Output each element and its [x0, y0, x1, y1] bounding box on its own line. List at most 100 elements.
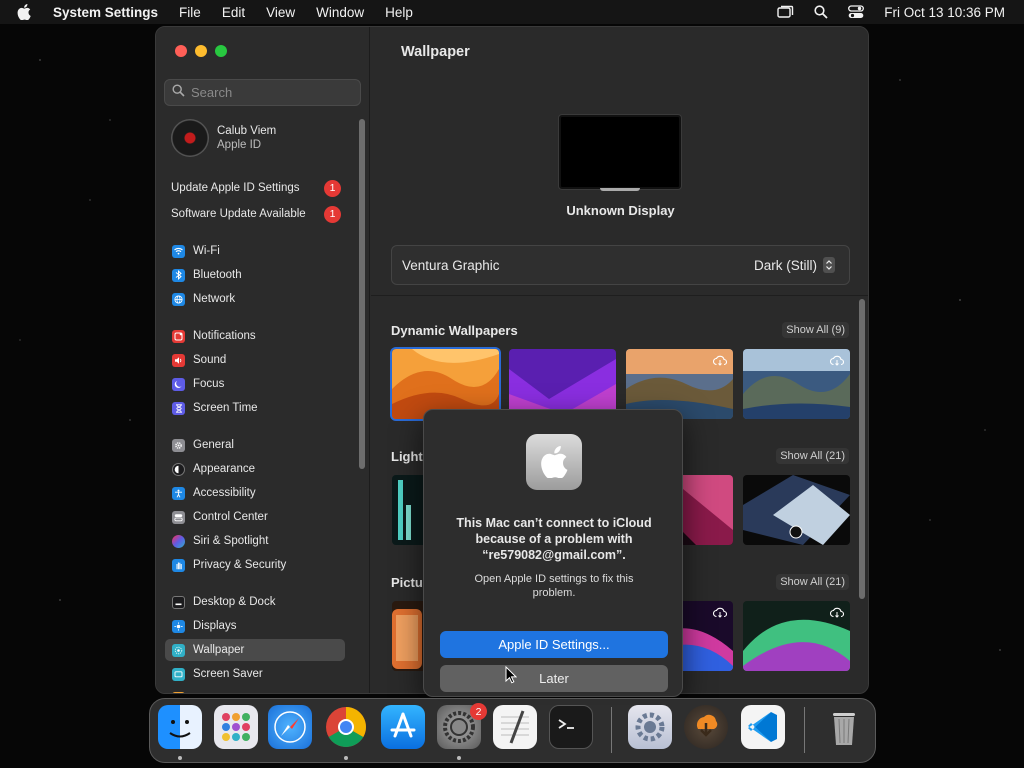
sidebar-item-focus[interactable]: Focus	[165, 373, 345, 395]
alert-badge: 1	[324, 205, 341, 223]
sidebar-alert-software-update[interactable]: Software Update Available 1	[171, 205, 341, 223]
show-all-button[interactable]: Show All (21)	[776, 574, 849, 590]
sidebar-item-label: Sound	[193, 354, 227, 366]
sidebar-item-notifications[interactable]: Notifications	[165, 325, 345, 347]
dock-separator	[804, 707, 805, 753]
display-preview	[559, 115, 681, 191]
dock-textedit-icon[interactable]	[493, 705, 537, 749]
sidebar-item-sound[interactable]: Sound	[165, 349, 345, 371]
sidebar-item-label: Screen Saver	[193, 668, 263, 680]
wallpaper-icon	[172, 643, 185, 657]
mouse-cursor-icon	[505, 665, 518, 689]
wallpaper-thumb-picture-4[interactable]	[743, 601, 850, 671]
control-center-icon[interactable]	[848, 5, 865, 19]
sidebar-item-wifi[interactable]: Wi-Fi	[165, 240, 345, 262]
alert-label: Software Update Available	[171, 208, 306, 220]
sidebar-item-label: Control Center	[193, 511, 268, 523]
cloud-download-icon	[713, 353, 728, 371]
sidebar-item-label: Siri & Spotlight	[193, 535, 269, 547]
screen-mirroring-icon[interactable]	[777, 5, 794, 19]
sidebar-item-label: Wallpaper	[193, 644, 245, 656]
sun-icon	[172, 619, 185, 633]
appearance-select[interactable]: Dark (Still)	[754, 257, 835, 273]
notifications-icon	[172, 329, 185, 343]
appearance-select-value: Dark (Still)	[754, 257, 817, 273]
dock: 2	[149, 698, 876, 763]
cloud-download-icon	[830, 353, 845, 371]
dock-terminal-icon[interactable]	[549, 705, 593, 749]
sidebar-item-screen-time[interactable]: Screen Time	[165, 397, 345, 419]
dock-gear-utility-icon[interactable]	[628, 705, 672, 749]
menu-window[interactable]: Window	[316, 5, 364, 20]
apple-id-profile[interactable]: Calub Viem Apple ID	[171, 119, 276, 157]
sidebar-item-appearance[interactable]: Appearance	[165, 458, 345, 480]
gear-icon	[172, 438, 185, 452]
sidebar-item-desktop-dock[interactable]: Desktop & Dock	[165, 591, 345, 613]
dock-download-icon[interactable]	[684, 705, 728, 749]
dock-launchpad-icon[interactable]	[214, 705, 258, 749]
search-input[interactable]	[191, 85, 351, 100]
dock-running-indicator	[457, 756, 461, 760]
sidebar: Calub Viem Apple ID Update Apple ID Sett…	[156, 27, 370, 693]
icloud-alert-dialog: This Mac can’t connect to iCloud because…	[423, 409, 683, 697]
display-screen	[559, 115, 681, 189]
dock-icon	[172, 595, 185, 609]
sidebar-scrollbar[interactable]	[359, 119, 365, 469]
section-title: Pictu	[391, 574, 423, 590]
sidebar-alert-update-apple-id[interactable]: Update Apple ID Settings 1	[171, 179, 341, 197]
dialog-message: Open Apple ID settings to fix this probl…	[474, 573, 634, 599]
content-scrollbar[interactable]	[859, 299, 865, 599]
zoom-window-button[interactable]	[215, 45, 227, 57]
wallpaper-thumb-big-sur-cliffs[interactable]	[743, 349, 850, 419]
spotlight-search-icon[interactable]	[814, 5, 828, 19]
window-controls	[175, 45, 227, 57]
sidebar-item-bluetooth[interactable]: Bluetooth	[165, 264, 345, 286]
alert-label: Update Apple ID Settings	[171, 182, 300, 194]
toggles-icon	[172, 510, 185, 524]
sidebar-search[interactable]	[164, 79, 361, 106]
chevron-up-down-icon	[823, 257, 835, 273]
dock-trash-icon[interactable]	[822, 705, 866, 749]
cloud-download-icon	[713, 605, 728, 623]
section-title: Dynamic Wallpapers	[391, 322, 518, 338]
wallpaper-thumb-light-4[interactable]	[743, 475, 850, 545]
avatar	[171, 119, 209, 157]
display-stand	[600, 188, 640, 191]
sidebar-item-label: Desktop & Dock	[193, 596, 276, 608]
apple-id-settings-button[interactable]: Apple ID Settings...	[440, 631, 668, 658]
sidebar-item-accessibility[interactable]: Accessibility	[165, 482, 345, 504]
sidebar-item-control-center[interactable]: Control Center	[165, 506, 345, 528]
sidebar-item-wallpaper[interactable]: Wallpaper	[165, 639, 345, 661]
profile-subtitle: Apple ID	[217, 139, 262, 151]
menu-help[interactable]: Help	[385, 5, 413, 20]
close-window-button[interactable]	[175, 45, 187, 57]
menu-edit[interactable]: Edit	[222, 5, 245, 20]
bluetooth-icon	[172, 268, 185, 282]
dock-finder-icon[interactable]	[158, 705, 202, 749]
sidebar-item-label: Notifications	[193, 330, 256, 342]
dock-chrome-icon[interactable]	[324, 705, 368, 749]
menu-view[interactable]: View	[266, 5, 295, 20]
later-button[interactable]: Later	[440, 665, 668, 692]
sidebar-item-siri-spotlight[interactable]: Siri & Spotlight	[165, 530, 345, 552]
dock-vscode-icon[interactable]	[741, 705, 785, 749]
screen-saver-icon	[172, 667, 185, 681]
menu-file[interactable]: File	[179, 5, 201, 20]
sidebar-item-privacy-security[interactable]: Privacy & Security	[165, 554, 345, 576]
search-icon	[172, 83, 185, 102]
dock-safari-icon[interactable]	[268, 705, 312, 749]
menu-app-name[interactable]: System Settings	[53, 5, 158, 20]
minimize-window-button[interactable]	[195, 45, 207, 57]
sidebar-item-general[interactable]: General	[165, 434, 345, 456]
sidebar-item-label: Network	[193, 293, 236, 305]
sidebar-item-label: Wi-Fi	[193, 245, 220, 257]
dock-app-store-icon[interactable]	[381, 705, 425, 749]
apple-menu-icon[interactable]	[17, 4, 37, 20]
sidebar-item-displays[interactable]: Displays	[165, 615, 345, 637]
sidebar-item-network[interactable]: Network	[165, 288, 345, 310]
show-all-button[interactable]: Show All (9)	[782, 322, 849, 338]
dock-separator	[611, 707, 612, 753]
sidebar-item-screen-saver[interactable]: Screen Saver	[165, 663, 345, 685]
menu-bar-clock[interactable]: Fri Oct 13 10:36 PM	[884, 5, 1005, 20]
show-all-button[interactable]: Show All (21)	[776, 448, 849, 464]
